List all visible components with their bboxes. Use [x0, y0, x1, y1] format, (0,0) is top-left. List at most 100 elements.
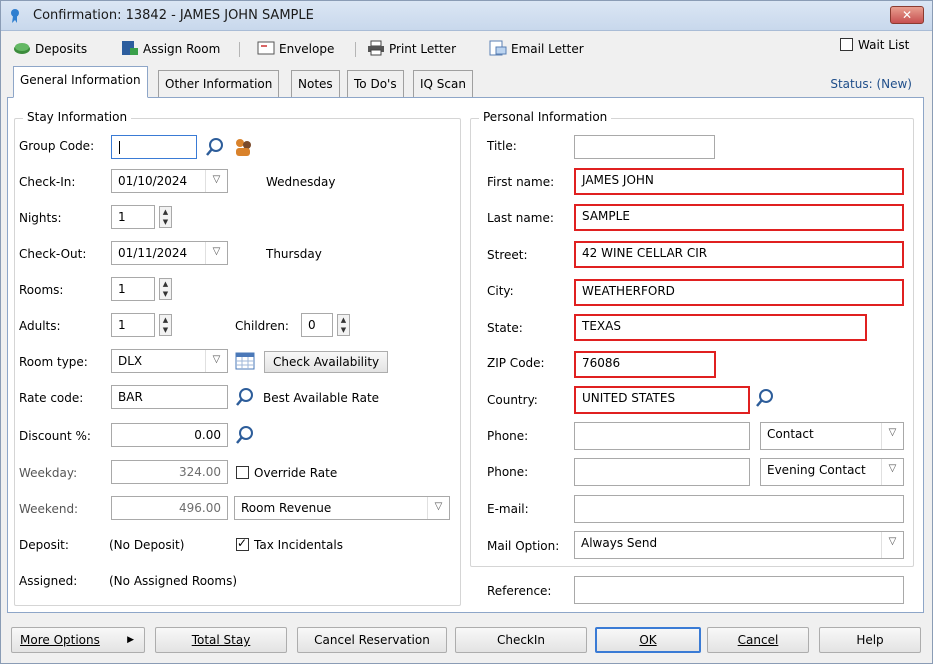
last-name-input[interactable]: SAMPLE: [574, 204, 904, 231]
deposits-button[interactable]: Deposits: [13, 39, 87, 59]
chevron-down-icon[interactable]: ▽: [427, 497, 449, 519]
street-input[interactable]: 42 WINE CELLAR CIR: [574, 241, 904, 268]
spin-down-icon[interactable]: ▼: [160, 325, 171, 335]
evening-phone-type-select[interactable]: Evening Contact ▽: [760, 458, 904, 486]
phone-input[interactable]: [574, 422, 750, 450]
spin-down-icon[interactable]: ▼: [160, 217, 171, 227]
title-label: Title:: [487, 139, 517, 153]
total-stay-label: Total Stay: [191, 633, 251, 647]
group-people-icon[interactable]: [232, 136, 254, 158]
wait-list-checkbox[interactable]: Wait List: [840, 38, 909, 52]
state-label: State:: [487, 321, 523, 335]
spin-down-icon[interactable]: ▼: [338, 325, 349, 335]
wait-list-box[interactable]: [840, 38, 853, 51]
window-title: Confirmation: 13842 - JAMES JOHN SAMPLE: [33, 8, 314, 23]
room-type-select[interactable]: DLX ▽: [111, 349, 228, 373]
more-options-button[interactable]: More Options ▶: [11, 627, 145, 653]
tax-incidentals-box[interactable]: [236, 536, 249, 551]
phone-type-select[interactable]: Contact ▽: [760, 422, 904, 450]
rooms-spinner[interactable]: ▲ ▼: [159, 278, 172, 300]
zip-code-input[interactable]: 76086: [574, 351, 716, 378]
weekend-label: Weekend:: [19, 502, 79, 516]
city-input[interactable]: WEATHERFORD: [574, 279, 904, 306]
assigned-value: (No Assigned Rooms): [109, 574, 238, 588]
spin-up-icon[interactable]: ▲: [160, 207, 171, 217]
spin-down-icon[interactable]: ▼: [160, 289, 171, 299]
reference-input[interactable]: [574, 576, 904, 604]
children-label: Children:: [235, 319, 289, 333]
print-letter-button[interactable]: Print Letter: [367, 39, 456, 59]
rate-code-input[interactable]: BAR: [111, 385, 228, 409]
rooms-input[interactable]: 1: [111, 277, 155, 301]
chevron-down-icon[interactable]: ▽: [881, 532, 903, 558]
check-availability-button[interactable]: Check Availability: [264, 351, 389, 373]
children-input[interactable]: 0: [301, 313, 333, 337]
chevron-down-icon[interactable]: ▽: [205, 170, 227, 192]
tax-incidentals-checkbox[interactable]: Tax Incidentals: [236, 536, 343, 552]
tab-notes[interactable]: Notes: [291, 70, 340, 97]
tab-iq-scan[interactable]: IQ Scan: [413, 70, 473, 97]
chevron-down-icon[interactable]: ▽: [205, 242, 227, 264]
cancel-reservation-button[interactable]: Cancel Reservation: [297, 627, 447, 653]
country-search-icon[interactable]: [754, 387, 776, 409]
help-button[interactable]: Help: [819, 627, 921, 653]
chevron-down-icon[interactable]: ▽: [881, 459, 903, 485]
group-search-icon[interactable]: [204, 136, 226, 158]
calendar-icon[interactable]: [234, 350, 256, 372]
weekday-rate-input[interactable]: 324.00: [111, 460, 228, 484]
chevron-down-icon[interactable]: ▽: [881, 423, 903, 449]
toolbar-divider: [239, 42, 240, 57]
tax-incidentals-label: Tax Incidentals: [254, 538, 343, 552]
close-button[interactable]: ✕: [890, 6, 924, 24]
discount-label: Discount %:: [19, 429, 91, 443]
rate-search-icon[interactable]: [234, 386, 256, 408]
envelope-button[interactable]: Envelope: [257, 39, 334, 59]
title-input[interactable]: [574, 135, 715, 159]
total-stay-button[interactable]: Total Stay: [155, 627, 287, 653]
tab-other-information[interactable]: Other Information: [158, 70, 280, 97]
rooms-label: Rooms:: [19, 283, 64, 297]
cancel-button[interactable]: Cancel: [707, 627, 809, 653]
first-name-input[interactable]: JAMES JOHN: [574, 168, 904, 195]
money-icon: [14, 43, 30, 54]
country-input[interactable]: UNITED STATES: [574, 386, 750, 414]
ok-button[interactable]: OK: [595, 627, 701, 653]
title-bar: Confirmation: 13842 - JAMES JOHN SAMPLE …: [1, 1, 932, 31]
checkin-label: CheckIn: [496, 633, 546, 647]
checkin-button[interactable]: CheckIn: [455, 627, 587, 653]
nights-spinner[interactable]: ▲ ▼: [159, 206, 172, 228]
weekend-rate-input[interactable]: 496.00: [111, 496, 228, 520]
evening-phone-input[interactable]: [574, 458, 750, 486]
adults-spinner[interactable]: ▲ ▼: [159, 314, 172, 336]
check-in-date[interactable]: 01/10/2024 ▽: [111, 169, 228, 193]
revenue-type-select[interactable]: Room Revenue ▽: [234, 496, 450, 520]
nights-input[interactable]: 1: [111, 205, 155, 229]
check-out-date[interactable]: 01/11/2024 ▽: [111, 241, 228, 265]
country-label: Country:: [487, 393, 538, 407]
discount-search-icon[interactable]: [234, 424, 256, 446]
email-letter-button[interactable]: Email Letter: [489, 39, 584, 59]
override-rate-label: Override Rate: [254, 466, 338, 480]
ribbon-app-icon: [11, 9, 19, 23]
adults-input[interactable]: 1: [111, 313, 155, 337]
room-type-label: Room type:: [19, 355, 88, 369]
assign-room-button[interactable]: Assign Room: [121, 39, 220, 59]
check-in-weekday: Wednesday: [266, 175, 336, 189]
tab-general-information[interactable]: General Information: [13, 66, 148, 98]
email-input[interactable]: [574, 495, 904, 523]
state-input[interactable]: TEXAS: [574, 314, 867, 341]
discount-input[interactable]: 0.00: [111, 423, 228, 447]
spin-up-icon[interactable]: ▲: [160, 315, 171, 325]
override-rate-box[interactable]: [236, 466, 249, 479]
children-spinner[interactable]: ▲ ▼: [337, 314, 350, 336]
mail-option-select[interactable]: Always Send ▽: [574, 531, 904, 559]
spin-up-icon[interactable]: ▲: [160, 279, 171, 289]
group-code-input[interactable]: [111, 135, 197, 159]
assign-room-label: Assign Room: [143, 42, 221, 56]
spin-up-icon[interactable]: ▲: [338, 315, 349, 325]
tab-to-dos[interactable]: To Do's: [347, 70, 404, 97]
phone-label: Phone:: [487, 465, 529, 479]
override-rate-checkbox[interactable]: Override Rate: [236, 466, 337, 480]
chevron-down-icon[interactable]: ▽: [205, 350, 227, 372]
zip-code-label: ZIP Code:: [487, 356, 545, 370]
